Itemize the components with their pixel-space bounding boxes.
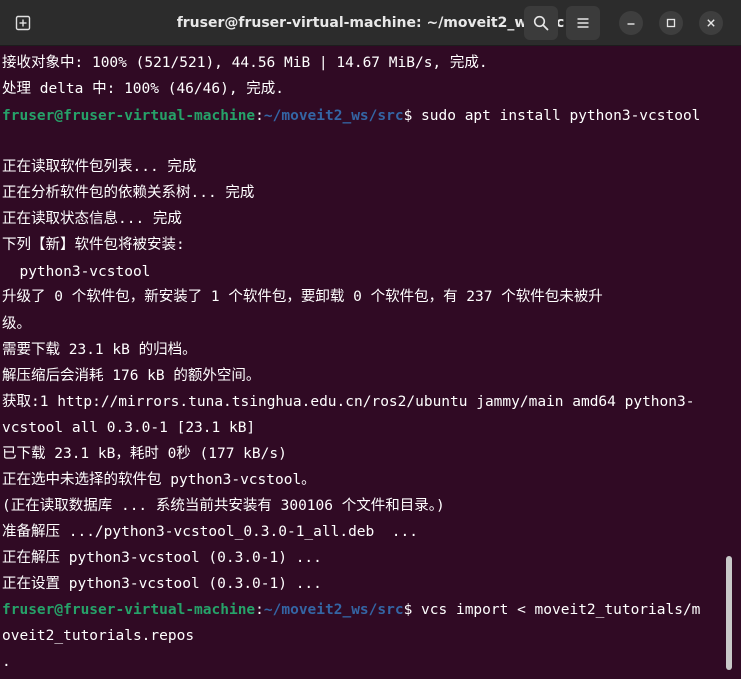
prompt-colon: :: [255, 602, 264, 618]
minimize-icon: [627, 23, 635, 25]
output-line: .: [2, 654, 11, 670]
prompt-path: ~/moveit2_ws/src: [263, 602, 404, 618]
output-line: 下列【新】软件包将被安装:: [2, 237, 185, 253]
new-tab-button[interactable]: [6, 6, 40, 40]
output-line: 准备解压 .../python3-vcstool_0.3.0-1_all.deb…: [2, 524, 418, 540]
menu-button[interactable]: [566, 6, 600, 40]
output-line: 正在解压 python3-vcstool (0.3.0-1) ...: [2, 550, 322, 566]
terminal-window: fruser@fruser-virtual-machine: ~/moveit2…: [0, 0, 741, 679]
output-line: 正在设置 python3-vcstool (0.3.0-1) ...: [2, 576, 322, 592]
output-line: oveit2_tutorials.repos: [2, 628, 195, 644]
close-icon: [707, 19, 715, 27]
output-line: 解压缩后会消耗 176 kB 的额外空间。: [2, 368, 261, 384]
maximize-button[interactable]: [659, 11, 683, 35]
output-line: 级。: [2, 316, 31, 332]
scrollbar-thumb[interactable]: [726, 556, 732, 670]
minimize-button[interactable]: [619, 11, 643, 35]
output-line: 需要下载 23.1 kB 的归档。: [2, 342, 197, 358]
title-bar: fruser@fruser-virtual-machine: ~/moveit2…: [0, 0, 741, 46]
output-line: 接收对象中: 100% (521/521), 44.56 MiB | 14.67…: [2, 55, 488, 71]
output-line: 获取:1 http://mirrors.tuna.tsinghua.edu.cn…: [2, 394, 695, 410]
output-line: vcstool all 0.3.0-1 [23.1 kB]: [2, 420, 256, 436]
prompt-user-host: fruser@fruser-virtual-machine: [2, 602, 256, 618]
prompt-colon: :: [255, 108, 264, 124]
output-line: 已下载 23.1 kB，耗时 0秒 (177 kB/s): [2, 446, 287, 462]
search-icon: [533, 15, 549, 31]
output-line: 正在读取状态信息... 完成: [2, 211, 182, 227]
terminal-output[interactable]: 接收对象中: 100% (521/521), 44.56 MiB | 14.67…: [0, 50, 720, 679]
new-tab-icon: [15, 15, 31, 31]
prompt-line: fruser@fruser-virtual-machine:~/moveit2_…: [2, 597, 700, 623]
search-button[interactable]: [524, 6, 558, 40]
output-line: python3-vcstool: [2, 264, 151, 280]
close-button[interactable]: [699, 11, 723, 35]
output-line: (正在读取数据库 ... 系统当前共安装有 300106 个文件和目录。): [2, 498, 445, 514]
prompt-line: fruser@fruser-virtual-machine:~/moveit2_…: [2, 103, 700, 129]
output-line: 正在读取软件包列表... 完成: [2, 159, 197, 175]
command-text: sudo apt install python3-vcstool: [412, 108, 701, 124]
output-line: 升级了 0 个软件包，新安装了 1 个软件包，要卸载 0 个软件包，有 237 …: [2, 289, 603, 305]
output-line: 正在选中未选择的软件包 python3-vcstool。: [2, 472, 316, 488]
prompt-path: ~/moveit2_ws/src: [263, 108, 404, 124]
output-line: 正在分析软件包的依赖关系树... 完成: [2, 185, 255, 201]
prompt-user-host: fruser@fruser-virtual-machine: [2, 108, 256, 124]
maximize-icon: [666, 18, 676, 28]
hamburger-menu-icon: [577, 18, 589, 28]
command-text: vcs import < moveit2_tutorials/m: [412, 602, 701, 618]
output-line: 处理 delta 中: 100% (46/46), 完成.: [2, 81, 285, 97]
